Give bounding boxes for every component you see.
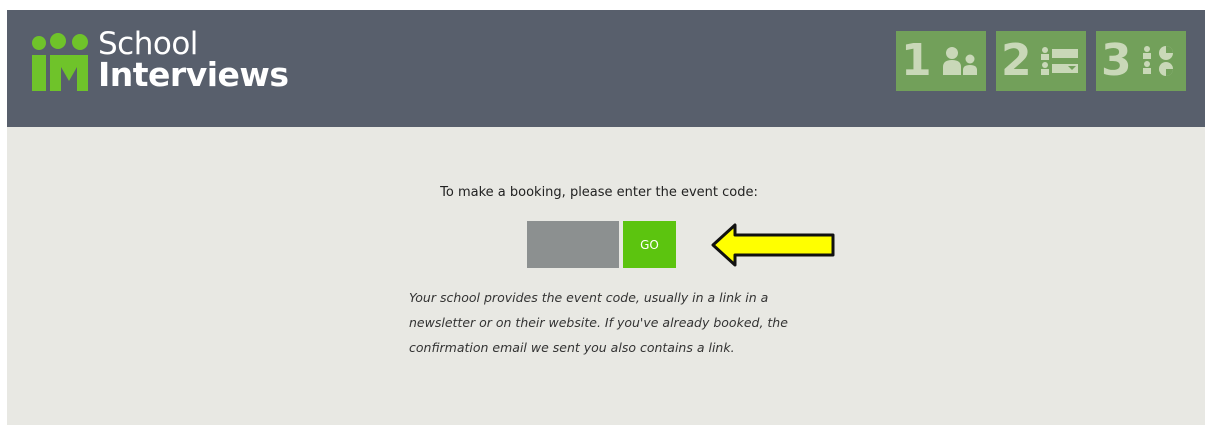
help-line-2: newsletter or on their website. If you'v… <box>409 315 788 330</box>
step-3-number: 3 <box>1101 35 1132 86</box>
step-3: 3 <box>1096 31 1186 91</box>
people-icon <box>943 47 977 75</box>
logo-text-interviews: Interviews <box>98 55 289 94</box>
step-1: 1 <box>896 31 986 91</box>
go-button[interactable]: GO <box>623 221 676 268</box>
arrow-pointer-icon <box>711 223 835 267</box>
event-code-help: Your school provides the event code, usu… <box>409 285 829 360</box>
list-icon <box>1041 47 1078 75</box>
schedule-icon <box>1143 46 1173 76</box>
help-line-1: Your school provides the event code, usu… <box>409 290 769 305</box>
step-2-number: 2 <box>1001 35 1032 86</box>
site-header: School Interviews 1 2 3 <box>7 10 1205 127</box>
booking-prompt-text: To make a booking, please enter the even… <box>440 185 758 200</box>
step-2: 2 <box>996 31 1086 91</box>
step-1-number: 1 <box>901 35 932 86</box>
page-frame: School Interviews 1 2 3 <box>7 10 1205 425</box>
booking-prompt: To make a booking, please enter the even… <box>0 185 1212 200</box>
event-code-input[interactable] <box>527 221 619 268</box>
help-line-3: confirmation email we sent you also cont… <box>409 340 735 355</box>
im-people-logo-icon <box>32 33 88 91</box>
booking-steps: 1 2 3 <box>896 31 1188 91</box>
